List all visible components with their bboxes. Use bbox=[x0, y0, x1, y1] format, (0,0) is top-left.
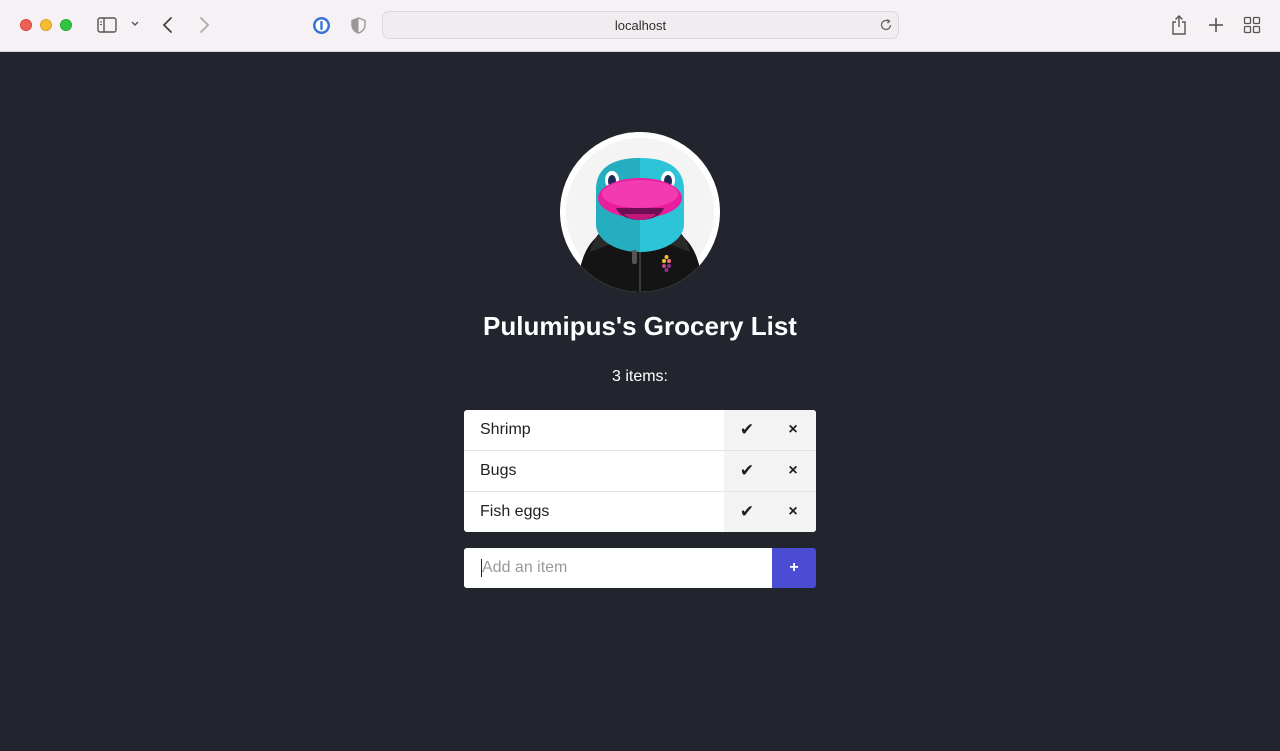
sidebar-toggle-icon[interactable] bbox=[97, 16, 117, 34]
check-button[interactable]: ✔ bbox=[724, 451, 770, 491]
check-button[interactable]: ✔ bbox=[724, 492, 770, 532]
window-close-button[interactable] bbox=[20, 19, 32, 31]
add-item-input[interactable] bbox=[464, 548, 772, 588]
page-title: Pulumipus's Grocery List bbox=[483, 311, 797, 341]
tab-overview-icon[interactable] bbox=[1243, 16, 1261, 34]
list-item: Shrimp ✔ × bbox=[464, 410, 816, 451]
share-icon[interactable] bbox=[1170, 14, 1188, 36]
list-item: Bugs ✔ × bbox=[464, 451, 816, 492]
item-count: 3 items: bbox=[611, 368, 668, 385]
window-maximize-button[interactable] bbox=[60, 19, 72, 31]
grocery-list: Shrimp ✔ × Bugs ✔ × Fish eggs ✔ × bbox=[464, 410, 816, 532]
add-item-form: + bbox=[464, 548, 816, 588]
password-manager-icon[interactable] bbox=[312, 16, 331, 35]
browser-toolbar: localhost bbox=[0, 0, 1280, 52]
text-caret bbox=[481, 559, 482, 577]
delete-button[interactable]: × bbox=[770, 451, 816, 491]
new-tab-icon[interactable] bbox=[1207, 16, 1225, 34]
delete-button[interactable]: × bbox=[770, 492, 816, 532]
privacy-shield-icon[interactable] bbox=[351, 17, 366, 34]
reload-icon[interactable] bbox=[879, 18, 893, 37]
forward-arrow-icon[interactable] bbox=[197, 16, 211, 34]
page-content: Pulumipus's Grocery List 3 items: Shrimp… bbox=[0, 52, 1280, 751]
item-label: Fish eggs bbox=[480, 503, 550, 520]
window-minimize-button[interactable] bbox=[40, 19, 52, 31]
delete-button[interactable]: × bbox=[770, 410, 816, 450]
item-label: Bugs bbox=[480, 462, 517, 479]
platypus-mascot-icon bbox=[560, 132, 720, 292]
check-button[interactable]: ✔ bbox=[724, 410, 770, 450]
add-item-button[interactable]: + bbox=[772, 548, 816, 588]
item-label: Shrimp bbox=[480, 421, 531, 438]
back-arrow-icon[interactable] bbox=[161, 16, 175, 34]
url-text: localhost bbox=[614, 17, 667, 33]
list-item: Fish eggs ✔ × bbox=[464, 492, 816, 532]
address-bar[interactable]: localhost bbox=[382, 11, 899, 39]
chevron-down-icon[interactable] bbox=[130, 20, 140, 28]
